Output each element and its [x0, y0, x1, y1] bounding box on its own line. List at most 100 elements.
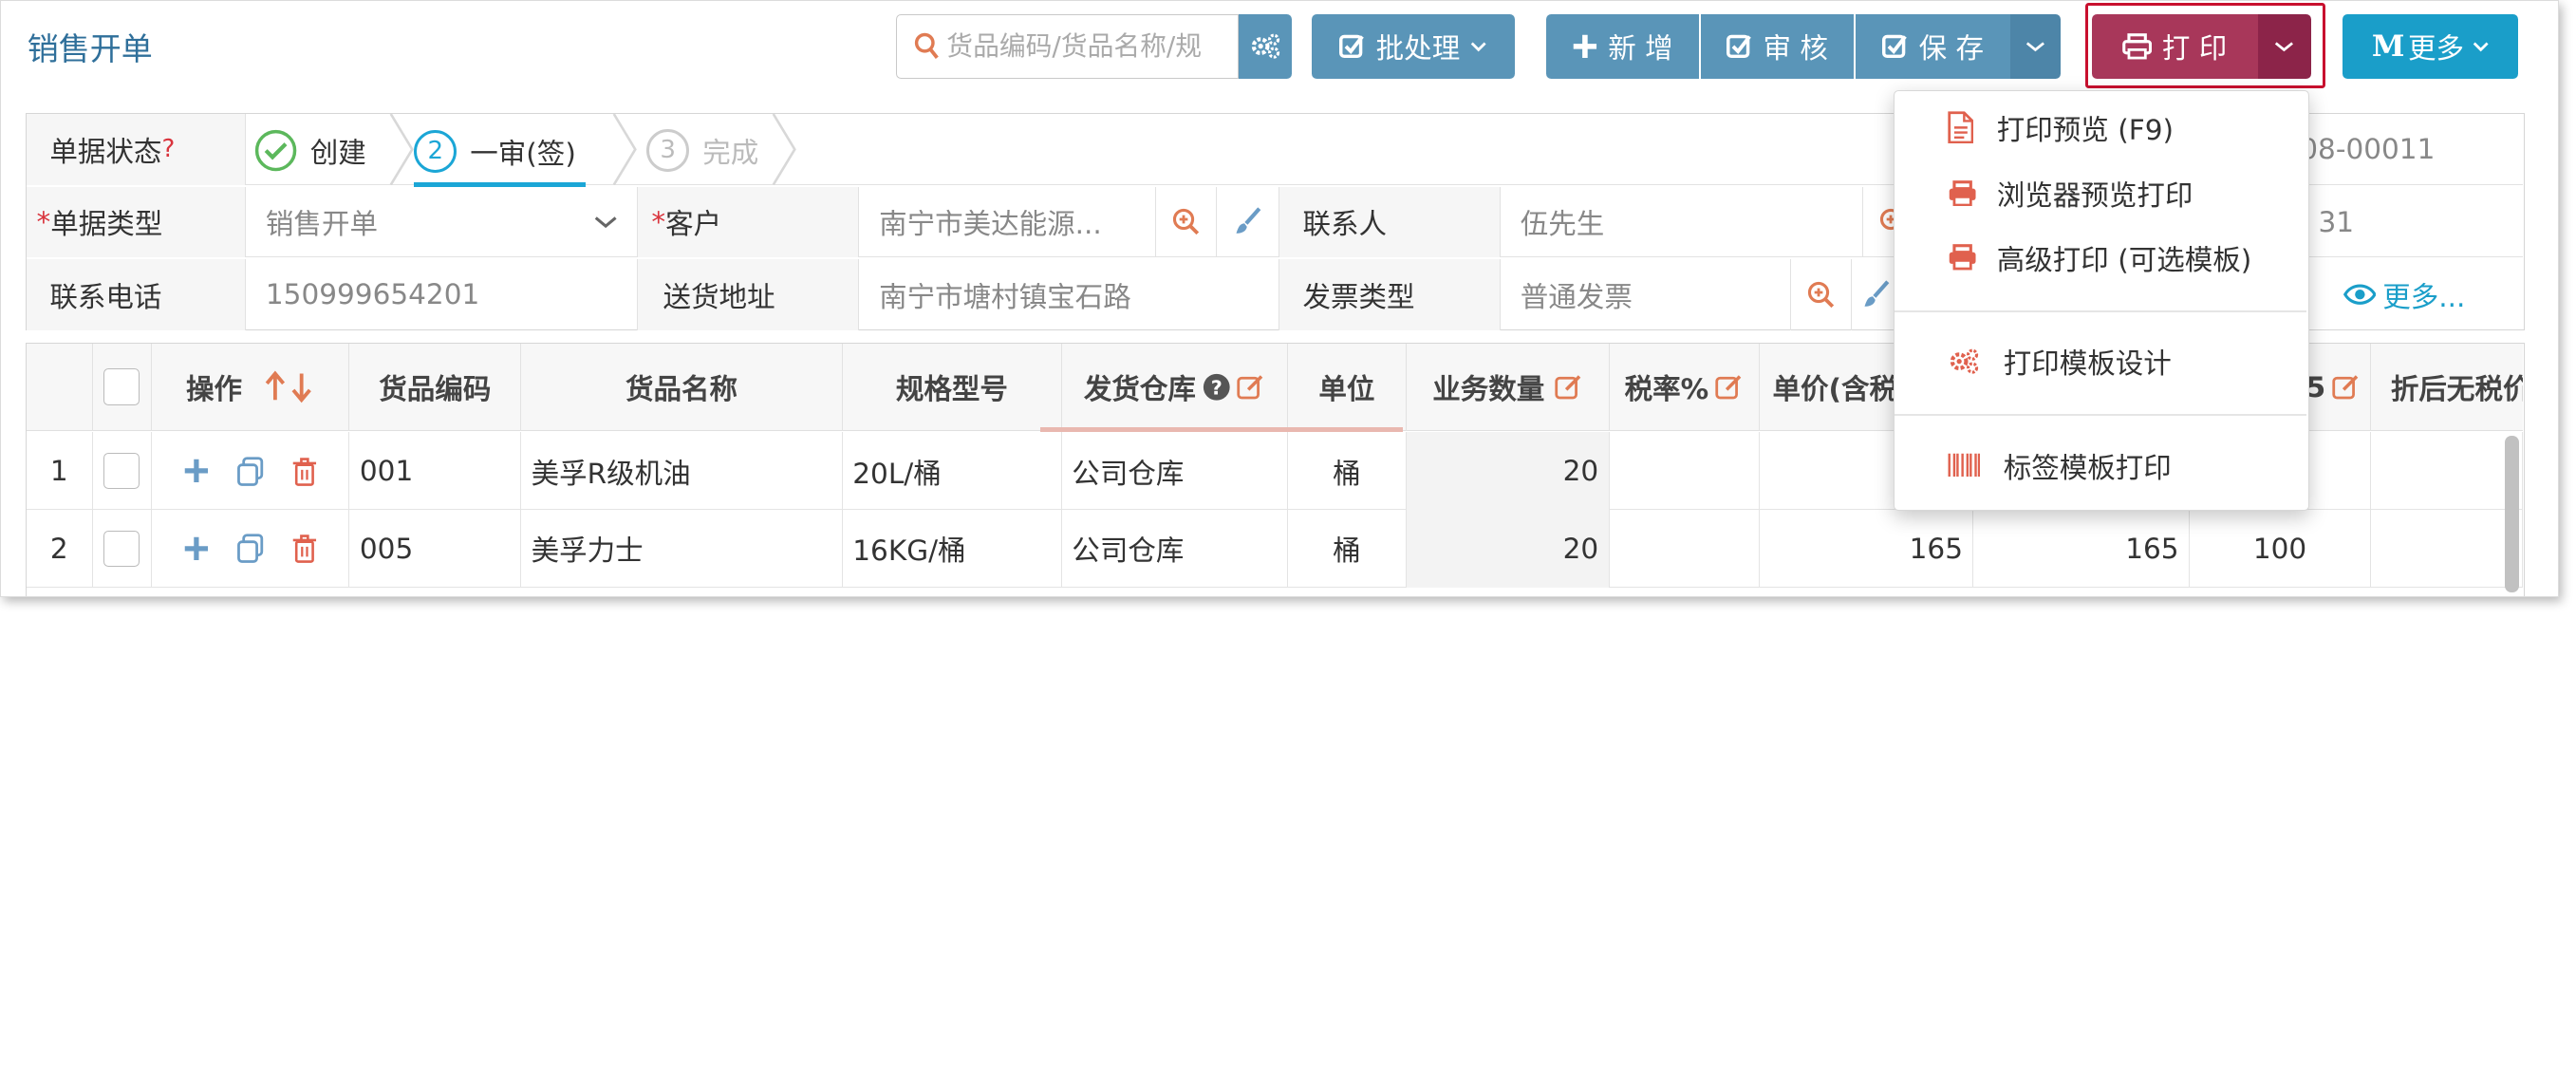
contact-field[interactable]: 伍先生	[1501, 186, 1864, 258]
contact-label: 联系人	[1279, 186, 1501, 258]
step-arrow-icon	[389, 114, 415, 185]
cell-name[interactable]: 美孚R级机油	[521, 432, 843, 510]
cell-code[interactable]: 001	[349, 432, 522, 510]
brush-icon	[1864, 280, 1890, 307]
add-row-icon[interactable]	[183, 458, 210, 484]
cell-spec[interactable]: 16KG/桶	[843, 509, 1062, 588]
status-label: 单据状态?	[27, 114, 247, 185]
delete-row-icon[interactable]	[291, 534, 318, 563]
more-button[interactable]: M 更多	[2342, 13, 2519, 79]
more-fields-label: 更多...	[2382, 280, 2466, 313]
cell-c12[interactable]	[2371, 509, 2523, 588]
step-arrow-icon	[612, 114, 637, 185]
menu-item-template-design[interactable]: 打印模板设计	[1895, 328, 2306, 394]
col-tax: 税率%	[1610, 343, 1760, 431]
search-box[interactable]	[896, 13, 1240, 79]
row-checkbox-cell[interactable]	[93, 432, 153, 510]
check-square-icon	[1882, 34, 1908, 58]
cell-name[interactable]: 美孚力士	[521, 509, 843, 588]
cell-c11[interactable]: 100	[2190, 509, 2372, 588]
doc-type-select[interactable]: 销售开单	[246, 186, 639, 258]
col-qty-label: 业务数量	[1432, 373, 1545, 406]
table-row[interactable]: 2 005 美孚力士 16KG/桶 公司仓库桶 20 165 165 100	[27, 509, 2523, 588]
delete-row-icon[interactable]	[291, 457, 318, 486]
menu-item-label-print[interactable]: 标签模板打印	[1895, 432, 2306, 497]
select-all-checkbox-cell[interactable]	[93, 343, 153, 431]
cell-unit[interactable]: 桶	[1288, 509, 1407, 588]
zoom-in-icon	[1807, 281, 1834, 308]
zoom-in-icon	[1172, 209, 1200, 235]
phone-field[interactable]: 150999654201	[246, 258, 639, 330]
add-button[interactable]: 新 增	[1545, 13, 1700, 79]
step-complete-label: 完成	[702, 136, 759, 169]
help-circle-icon[interactable]: ?	[1203, 373, 1231, 402]
col-unit: 单位	[1288, 343, 1407, 431]
col-discount-price: 折后无税价	[2390, 373, 2523, 406]
help-icon[interactable]: ?	[161, 135, 175, 163]
print-dropdown-menu: 打印预览 (F9) 浏览器预览打印 高级打印 (可选模板) 打印模板设计 标签模…	[1894, 89, 2309, 511]
add-row-icon[interactable]	[183, 535, 210, 562]
phone-label: 联系电话	[27, 258, 247, 330]
row-checkbox[interactable]	[103, 530, 140, 567]
cell-spec[interactable]: 20L/桶	[843, 432, 1062, 510]
edit-icon[interactable]	[1237, 373, 1265, 402]
chevron-down-icon	[595, 216, 617, 229]
page-title: 销售开单	[27, 30, 153, 68]
customer-field[interactable]: 南宁市美达能源...	[859, 186, 1156, 258]
grid-scrollbar[interactable]	[2504, 435, 2520, 592]
cell-idx: 1	[27, 432, 93, 510]
edit-icon[interactable]	[2332, 373, 2361, 402]
col-warehouse: 发货仓库 ?	[1062, 343, 1288, 431]
copy-row-icon[interactable]	[235, 456, 265, 486]
menu-divider	[1895, 414, 2307, 416]
search-icon	[914, 32, 939, 60]
add-label: 新 增	[1608, 32, 1673, 66]
menu-item-browser-print[interactable]: 浏览器预览打印	[1895, 160, 2306, 226]
edit-icon[interactable]	[1715, 373, 1744, 402]
cell-code[interactable]: 005	[349, 509, 522, 588]
printer-icon	[1949, 244, 1976, 271]
print-button[interactable]: 打 印	[2091, 13, 2258, 79]
cell-price[interactable]: 165	[1760, 509, 1974, 588]
cell-c10[interactable]: 165	[1973, 509, 2190, 588]
cell-unit[interactable]: 桶	[1288, 432, 1407, 510]
menu-item-print-preview-label: 打印预览 (F9)	[1996, 113, 2174, 146]
cell-tax[interactable]	[1610, 432, 1760, 510]
more-m-icon: M	[2371, 28, 2405, 64]
invoice-type-label: 发票类型	[1279, 258, 1501, 330]
cell-warehouse[interactable]: 公司仓库	[1062, 509, 1288, 588]
copy-row-icon[interactable]	[235, 534, 265, 564]
row-checkbox-cell[interactable]	[93, 509, 153, 588]
customer-search-button[interactable]	[1156, 186, 1218, 258]
menu-item-print-preview[interactable]: 打印预览 (F9)	[1895, 94, 2306, 159]
cell-qty[interactable]: 20	[1406, 509, 1610, 588]
save-dropdown-toggle[interactable]	[2010, 13, 2061, 79]
cell-qty[interactable]: 20	[1406, 432, 1610, 510]
step-number-3: 3	[646, 128, 690, 172]
more-fields-link[interactable]: 更多...	[2343, 259, 2523, 330]
cell-warehouse[interactable]: 公司仓库	[1062, 432, 1288, 510]
row-checkbox[interactable]	[103, 453, 140, 490]
menu-item-advanced-print[interactable]: 高级打印 (可选模板)	[1895, 224, 2306, 290]
doc-type-value: 销售开单	[265, 208, 378, 241]
invoice-search-button[interactable]	[1791, 258, 1852, 330]
sales-order-window: 销售开单 批处理 新 增 审 核 保 存 打 印 M 更多	[0, 0, 2559, 597]
batch-process-button[interactable]: 批处理	[1311, 13, 1515, 79]
invoice-type-field[interactable]: 普通发票	[1501, 258, 1791, 330]
check-circle-icon	[254, 129, 297, 172]
save-button[interactable]: 保 存	[1856, 13, 2011, 79]
search-settings-button[interactable]	[1239, 13, 1293, 79]
sort-arrows-icon[interactable]	[262, 370, 315, 403]
approve-button[interactable]: 审 核	[1700, 13, 1855, 79]
address-field[interactable]: 南宁市塘村镇宝石路	[859, 258, 1280, 330]
gears-icon	[1251, 33, 1280, 59]
cell-c12[interactable]	[2371, 432, 2523, 510]
cell-tax[interactable]	[1610, 509, 1760, 588]
search-input[interactable]	[946, 28, 1227, 65]
edit-icon[interactable]	[1555, 373, 1583, 402]
print-dropdown-toggle[interactable]	[2257, 13, 2311, 79]
select-all-checkbox[interactable]	[103, 368, 140, 405]
customer-edit-button[interactable]	[1217, 186, 1280, 258]
step-first-review: 2 一审(签)	[414, 121, 587, 187]
row-operations	[152, 432, 350, 510]
